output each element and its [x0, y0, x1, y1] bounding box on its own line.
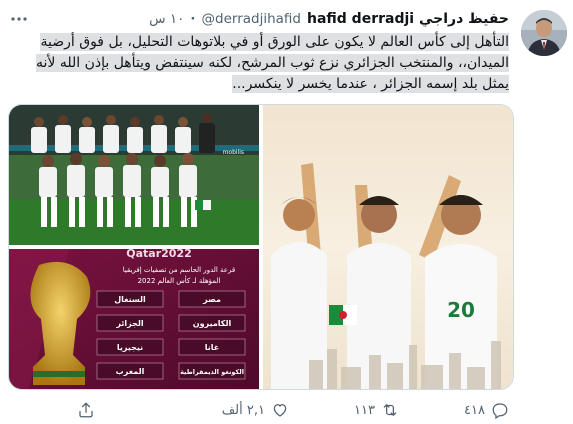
jersey-number: 20: [447, 298, 475, 322]
like-button[interactable]: ٢,١ ألف: [222, 398, 289, 422]
retweet-icon: [383, 404, 397, 416]
qatar-poster: Qatar2022 قرعة الدور الحاسم من تصفيات إف…: [9, 247, 259, 389]
tweet-card[interactable]: حفيظ دراجي hafid derradji @derradjihafid…: [0, 0, 573, 424]
match-1-away: السنغال: [114, 295, 146, 304]
separator-dot: ·: [190, 11, 196, 27]
svg-text:mobilis: mobilis: [223, 149, 244, 156]
tweet-text: التأهل إلى كأس العالم لا يكون على الورق …: [9, 32, 509, 95]
tweet-media[interactable]: mobilis Qatar2022 قرعة الدور الحاسم من ت…: [8, 104, 514, 390]
share-button[interactable]: [77, 398, 95, 422]
reply-button[interactable]: ٤١٨: [464, 398, 509, 422]
tweet-actions: ٤١٨ ١١٣ ٢,١ ألف: [70, 398, 509, 422]
poster-subtitle-1: قرعة الدور الحاسم من تصفيات إفريقيا: [123, 266, 235, 274]
match-2-away: الجزائر: [115, 319, 143, 328]
retweet-button[interactable]: ١١٣: [354, 398, 399, 422]
match-1-home: مصر: [202, 295, 221, 304]
media-collage: mobilis Qatar2022 قرعة الدور الحاسم من ت…: [9, 105, 513, 389]
avatar-image: [521, 10, 567, 56]
poster-subtitle-2: المؤهلة لـ كأس العالم 2022: [138, 275, 221, 285]
username[interactable]: @derradjihafid: [202, 11, 301, 27]
display-name[interactable]: حفيظ دراجي hafid derradji: [307, 11, 509, 27]
match-3-home: غانا: [205, 343, 219, 352]
match-2-home: الكاميرون: [193, 319, 232, 328]
quote-count: ٢,١ ألف: [221, 402, 265, 418]
match-4-home: الكونغو الديمقراطية: [180, 368, 244, 376]
reply-icon: [492, 403, 508, 419]
heart-icon: [273, 404, 287, 417]
tweet-text-content: التأهل إلى كأس العالم لا يكون على الورق …: [35, 33, 509, 93]
celebration-photo: 20: [263, 105, 513, 389]
reply-count: ٤١٨: [464, 402, 485, 418]
match-3-away: نيجيريا: [117, 343, 143, 352]
retweet-count: ١١٣: [354, 402, 375, 418]
share-icon: [79, 402, 93, 418]
match-4-away: المغرب: [116, 367, 145, 376]
more-options-icon[interactable]: [10, 10, 28, 28]
timestamp[interactable]: ١٠ س: [149, 11, 184, 27]
tweet-header: حفيظ دراجي hafid derradji @derradjihafid…: [80, 8, 509, 30]
avatar[interactable]: [521, 10, 567, 56]
team-photo: mobilis: [9, 105, 259, 245]
poster-title: Qatar2022: [126, 247, 192, 260]
